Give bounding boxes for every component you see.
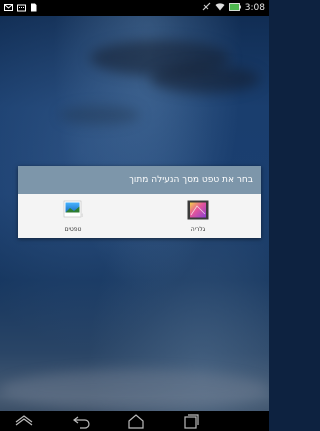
clock-time: 3:08 bbox=[244, 3, 265, 13]
wifi-icon bbox=[215, 2, 225, 14]
navigation-bar bbox=[0, 411, 269, 431]
message-icon bbox=[4, 3, 13, 15]
lock-screen-wallpaper-background: 3:08 בחר את טפט מסך הנעילה מתוך גלריה טפ… bbox=[0, 0, 269, 431]
cloud-decoration bbox=[0, 370, 269, 410]
choose-lock-wallpaper-dialog: בחר את טפט מסך הנעילה מתוך גלריה טפטים bbox=[18, 166, 261, 238]
status-left-icons bbox=[4, 3, 37, 15]
status-right-icons: 3:08 bbox=[202, 2, 265, 14]
back-icon bbox=[70, 414, 94, 431]
collapse-icon bbox=[12, 414, 36, 431]
home-icon bbox=[124, 414, 148, 431]
back-button[interactable] bbox=[70, 413, 94, 429]
sdcard-icon bbox=[30, 3, 37, 15]
wallpapers-icon bbox=[62, 200, 84, 224]
home-button[interactable] bbox=[124, 413, 148, 429]
gallery-icon bbox=[187, 200, 209, 224]
wallpapers-label: טפטים bbox=[64, 226, 82, 233]
dialog-title: בחר את טפט מסך הנעילה מתוך bbox=[18, 166, 261, 194]
keyboard-icon bbox=[17, 4, 26, 15]
recent-apps-icon bbox=[178, 414, 202, 431]
cloud-decoration bbox=[60, 105, 140, 125]
battery-icon bbox=[228, 2, 241, 14]
dialog-options: גלריה טפטים bbox=[18, 194, 261, 238]
cloud-decoration bbox=[150, 65, 260, 93]
gallery-label: גלריה bbox=[190, 226, 206, 233]
status-bar: 3:08 bbox=[0, 0, 269, 16]
signal-off-icon bbox=[202, 2, 211, 14]
recent-apps-button[interactable] bbox=[178, 413, 202, 429]
wallpapers-option[interactable]: טפטים bbox=[43, 200, 103, 233]
gallery-option[interactable]: גלריה bbox=[168, 200, 228, 233]
collapse-button[interactable] bbox=[12, 413, 36, 429]
